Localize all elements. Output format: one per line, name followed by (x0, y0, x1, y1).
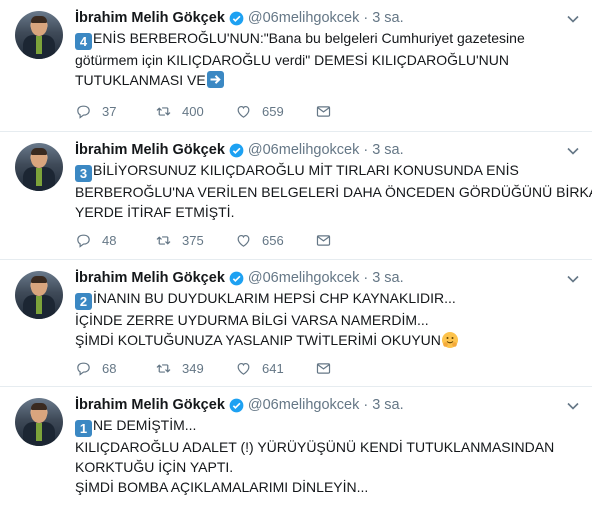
direct-message-button[interactable] (315, 360, 332, 377)
envelope-icon (316, 105, 331, 117)
tweet-text-line: KORKTUĞU İÇİN YAPTI. (75, 459, 234, 475)
envelope-icon (316, 234, 331, 246)
reply-count: 68 (102, 360, 117, 376)
verified-badge-icon (229, 271, 244, 285)
tweet-text-segment: ENİS BERBEROĞLU'NUN:"Bana bu belgeleri C… (93, 30, 525, 46)
tweet-text-line: İÇİNDE ZERRE UYDURMA BİLGİ VARSA NAMERDİ… (75, 312, 429, 328)
tweet-text-line: 3 BİLİYORSUNUZ KILIÇDAROĞLU MİT TIRLARI K… (75, 160, 583, 182)
reply-count: 48 (102, 232, 117, 248)
tweet-text-line: ŞİMDİ KOLTUĞUNUZA YASLANIP TWİTLERİMİ OK… (75, 330, 583, 350)
timestamp[interactable]: 3 sa. (372, 270, 403, 286)
direct-message-button[interactable] (315, 103, 332, 120)
direct-message-button[interactable] (315, 232, 332, 249)
avatar[interactable] (15, 11, 63, 59)
reply-button[interactable]: 68 (75, 360, 116, 377)
tweet-text-line: 2 İNANIN BU DUYDUKLARIM HEPSİ CHP KAYNAKL… (75, 288, 583, 310)
tweet-text-line: götürmem için KILIÇDAROĞLU verdi" DEMESİ… (75, 52, 509, 68)
reply-count: 37 (102, 103, 117, 119)
tweet-text: 1 NE DEMİŞTİM... KILIÇDAROĞLU ADALET (!) … (75, 415, 583, 497)
keycap-number-icon: 2 (75, 293, 92, 310)
user-name[interactable]: İbrahim Melih Gökçek (75, 10, 225, 26)
tweet-header: İbrahim Melih Gökçek @06melihgokcek · 3 … (75, 268, 404, 288)
user-handle[interactable]: @06melihgokcek (248, 270, 359, 286)
reply-icon (77, 105, 90, 119)
retweet-button[interactable]: 375 (155, 232, 204, 249)
verified-badge-icon (229, 398, 244, 412)
tweet[interactable]: İbrahim Melih Gökçek @06melihgokcek · 3 … (0, 132, 592, 260)
tweet-text-line: KILIÇDAROĞLU ADALET (!) YÜRÜYÜŞÜNÜ KENDİ… (75, 439, 555, 455)
retweet-count: 375 (182, 232, 204, 248)
heart-icon (237, 362, 250, 375)
tweet-text-segment: TUTUKLANMASI VE (75, 72, 206, 88)
chevron-down-icon[interactable] (566, 272, 580, 286)
keycap-number-icon: 1 (75, 420, 92, 437)
tweet-text-segment: İNANIN BU DUYDUKLARIM HEPSİ CHP KAYNAKLI… (93, 290, 456, 306)
tweet-text-line: 4 ENİS BERBEROĞLU'NUN:"Bana bu belgeleri … (75, 28, 583, 50)
timestamp[interactable]: 3 sa. (372, 10, 403, 26)
like-count: 659 (262, 103, 284, 119)
timestamp[interactable]: 3 sa. (372, 397, 403, 413)
tweet[interactable]: İbrahim Melih Gökçek @06melihgokcek · 3 … (0, 0, 592, 132)
tweet-feed: İbrahim Melih Gökçek @06melihgokcek · 3 … (0, 0, 592, 511)
retweet-count: 349 (182, 360, 204, 376)
retweet-button[interactable]: 349 (155, 360, 204, 377)
user-handle[interactable]: @06melihgokcek (248, 142, 359, 158)
tweet-text: 4 ENİS BERBEROĞLU'NUN:"Bana bu belgeleri … (75, 28, 583, 90)
separator: · (363, 10, 369, 26)
tweet-text-segment: BİLİYORSUNUZ KILIÇDAROĞLU MİT TIRLARI KO… (93, 162, 519, 178)
heart-icon (237, 234, 250, 247)
tweet-text-segment: ŞİMDİ KOLTUĞUNUZA YASLANIP TWİTLERİMİ OK… (75, 332, 441, 348)
reply-icon (77, 362, 90, 376)
separator: · (363, 142, 369, 158)
keycap-number-icon: 3 (75, 165, 92, 182)
retweet-icon (156, 363, 171, 373)
tweet-text-line: ŞİMDİ BOMBA AÇIKLAMALARIMI DİNLEYİN... (75, 479, 369, 495)
tweet[interactable]: İbrahim Melih Gökçek @06melihgokcek · 3 … (0, 260, 592, 387)
retweet-button[interactable]: 400 (155, 103, 204, 120)
hugging-face-icon (441, 332, 458, 348)
timestamp[interactable]: 3 sa. (372, 142, 403, 158)
like-button[interactable]: 641 (235, 360, 284, 377)
user-name[interactable]: İbrahim Melih Gökçek (75, 270, 225, 286)
user-handle[interactable]: @06melihgokcek (248, 10, 359, 26)
keycap-number-icon: 4 (75, 33, 92, 50)
tweet-text-line: TUTUKLANMASI VE (75, 70, 583, 90)
chevron-down-icon[interactable] (566, 12, 580, 26)
tweet-header: İbrahim Melih Gökçek @06melihgokcek · 3 … (75, 140, 404, 160)
reply-button[interactable]: 48 (75, 232, 116, 249)
tweet-text: 2 İNANIN BU DUYDUKLARIM HEPSİ CHP KAYNAKL… (75, 288, 583, 350)
tweet-header: İbrahim Melih Gökçek @06melihgokcek · 3 … (75, 8, 404, 28)
like-button[interactable]: 659 (235, 103, 284, 120)
chevron-down-icon[interactable] (566, 399, 580, 413)
user-handle[interactable]: @06melihgokcek (248, 397, 359, 413)
reply-button[interactable]: 37 (75, 103, 116, 120)
envelope-icon (316, 362, 331, 374)
tweet-text-line: YERDE İTİRAF ETMİŞTİ. (75, 204, 235, 220)
tweet-text-segment: NE DEMİŞTİM... (93, 417, 197, 433)
like-count: 641 (262, 360, 284, 376)
avatar[interactable] (15, 143, 63, 191)
separator: · (363, 397, 369, 413)
tweet-header: İbrahim Melih Gökçek @06melihgokcek · 3 … (75, 395, 404, 415)
avatar[interactable] (15, 271, 63, 319)
user-name[interactable]: İbrahim Melih Gökçek (75, 142, 225, 158)
tweet[interactable]: İbrahim Melih Gökçek @06melihgokcek · 3 … (0, 387, 592, 511)
retweet-icon (156, 106, 171, 116)
tweet-text-line: BERBEROĞLU'NA VERİLEN BELGELERİ DAHA ÖNC… (75, 184, 592, 200)
like-count: 656 (262, 232, 284, 248)
separator: · (363, 270, 369, 286)
tweet-text-line: 1 NE DEMİŞTİM... (75, 415, 583, 437)
chevron-down-icon[interactable] (566, 144, 580, 158)
right-arrow-icon (206, 71, 224, 88)
like-button[interactable]: 656 (235, 232, 284, 249)
reply-icon (77, 234, 90, 248)
verified-badge-icon (229, 143, 244, 157)
verified-badge-icon (229, 11, 244, 25)
heart-icon (237, 105, 250, 118)
avatar[interactable] (15, 398, 63, 446)
retweet-count: 400 (182, 103, 204, 119)
tweet-text: 3 BİLİYORSUNUZ KILIÇDAROĞLU MİT TIRLARI K… (75, 160, 592, 222)
user-name[interactable]: İbrahim Melih Gökçek (75, 397, 225, 413)
retweet-icon (156, 235, 171, 245)
